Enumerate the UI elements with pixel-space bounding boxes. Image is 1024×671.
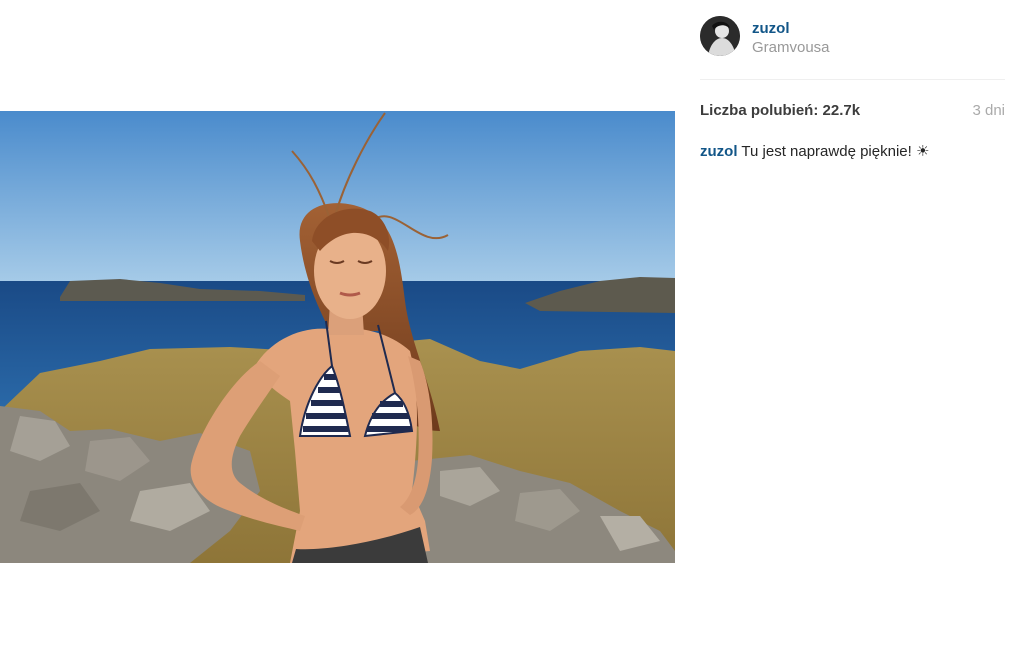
post-page: zuzol Gramvousa Liczba polubień: 22.7k 3… — [0, 0, 1024, 671]
caption-username-link[interactable]: zuzol — [700, 143, 738, 160]
divider — [700, 79, 1005, 80]
caption-text: Tu jest naprawdę pięknie! ☀ — [741, 143, 930, 160]
likes-count[interactable]: Liczba polubień: 22.7k — [700, 102, 860, 119]
avatar[interactable] — [700, 16, 740, 56]
likes-number: 22.7k — [822, 102, 861, 119]
post-photo[interactable] — [0, 111, 675, 563]
post-timestamp[interactable]: 3 dni — [972, 102, 1005, 119]
username-link[interactable]: zuzol — [752, 20, 790, 37]
location-link[interactable]: Gramvousa — [752, 39, 830, 56]
avatar-image — [700, 16, 740, 56]
caption: zuzol Tu jest naprawdę pięknie! ☀ — [700, 143, 1005, 161]
photo-illustration — [0, 111, 675, 563]
likes-label: Liczba polubień: — [700, 102, 819, 119]
post-header: zuzol Gramvousa — [700, 16, 1005, 60]
